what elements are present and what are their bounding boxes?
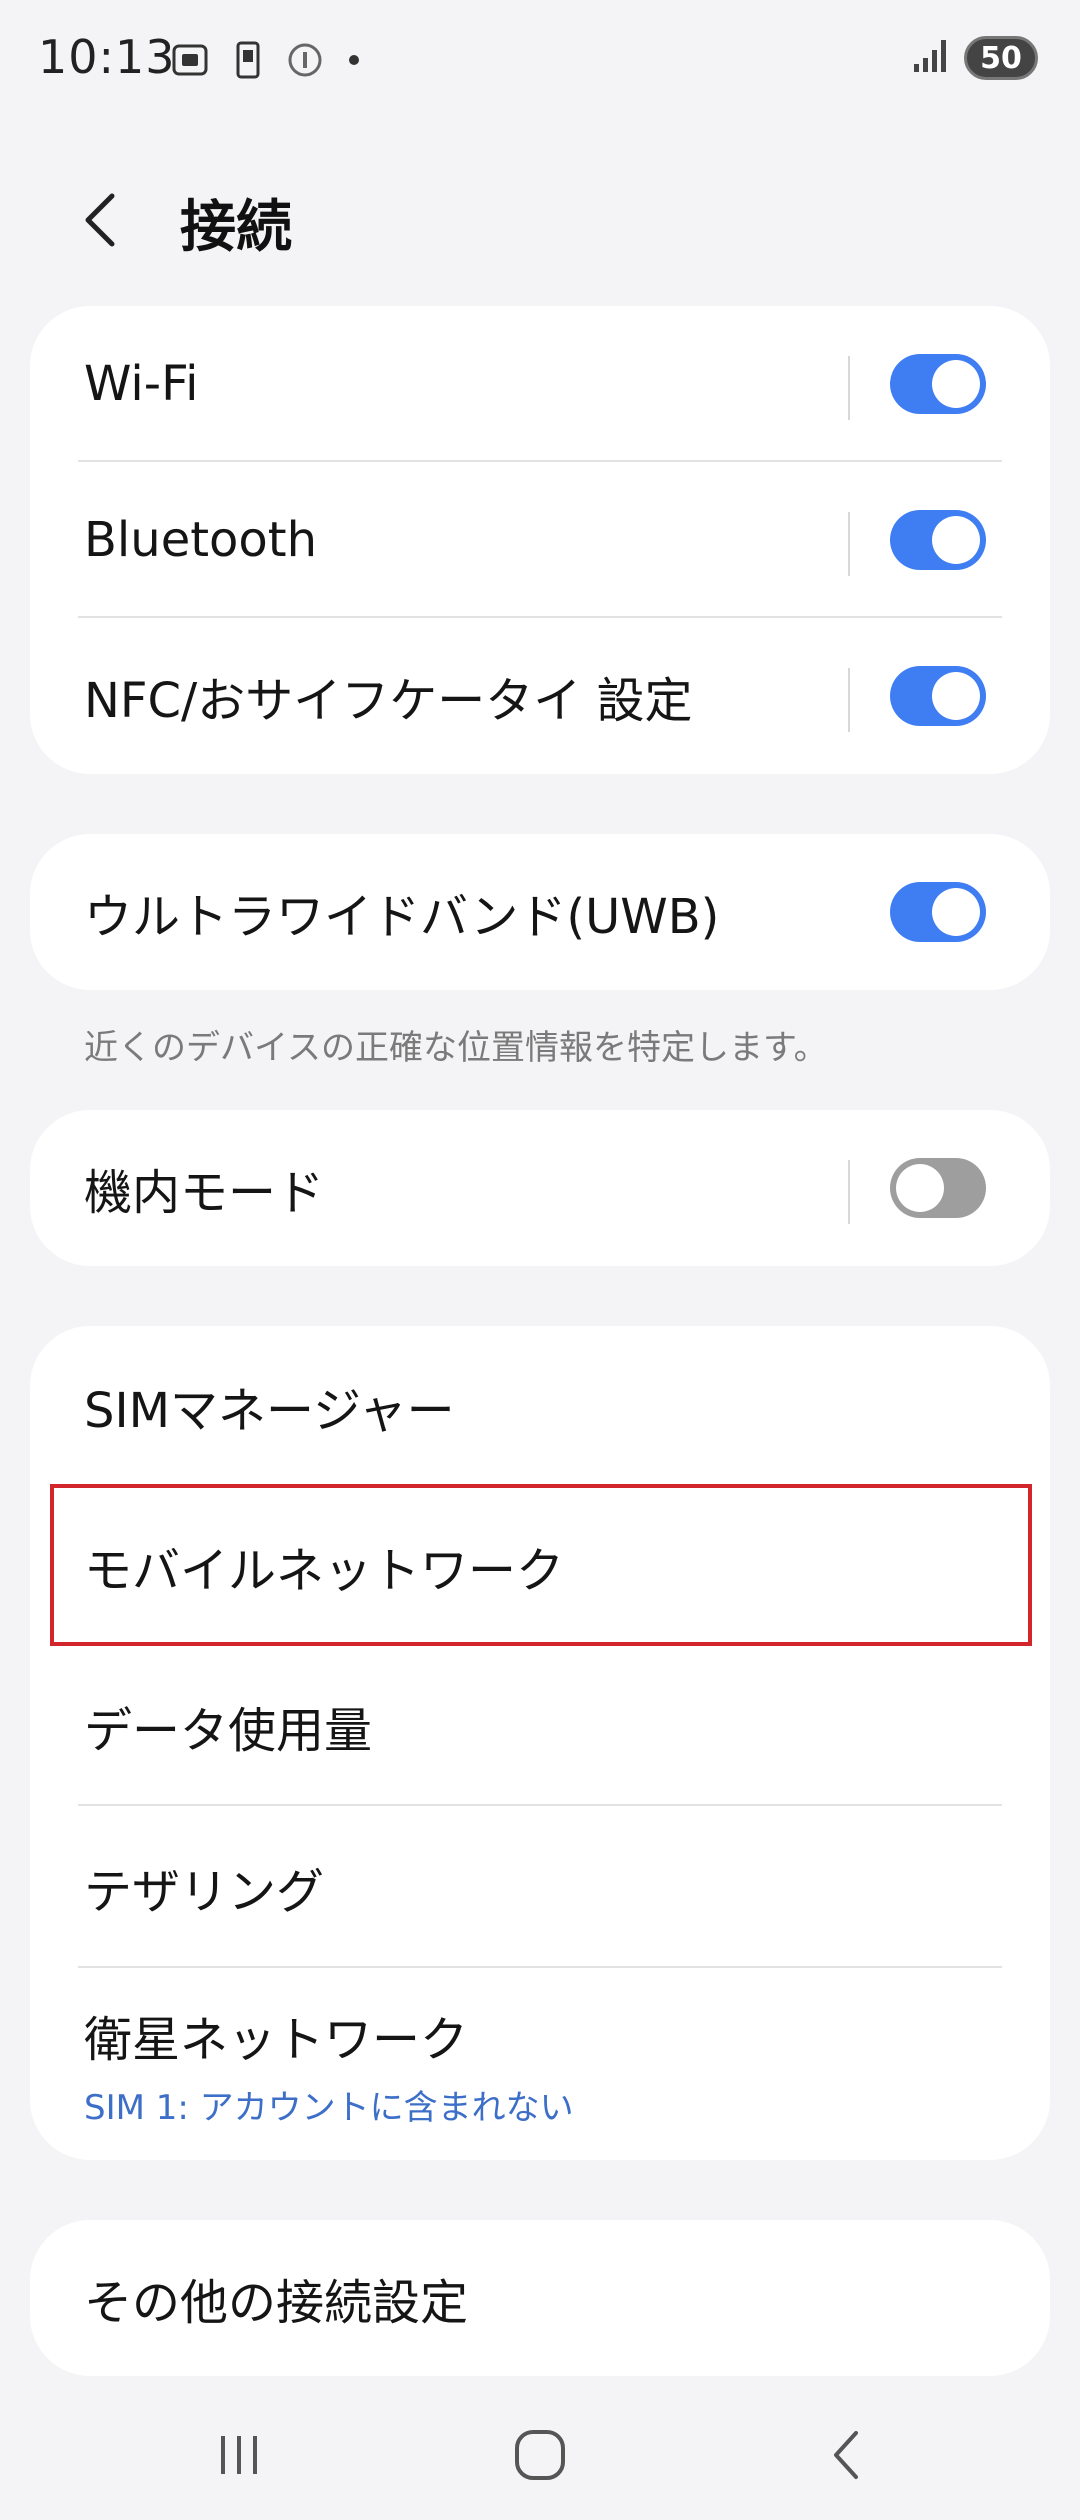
- nfc-label: NFC/おサイフケータイ 設定: [84, 673, 693, 729]
- bluetooth-row[interactable]: Bluetooth: [30, 462, 1050, 618]
- airplane-card: 機内モード: [30, 1110, 1050, 1266]
- highlight-box: [50, 1484, 1032, 1646]
- recents-icon: [221, 2436, 257, 2474]
- airplane-toggle[interactable]: [890, 1158, 986, 1218]
- airplane-label: 機内モード: [84, 1165, 325, 1221]
- nav-back-button[interactable]: [806, 2420, 886, 2490]
- uwb-row[interactable]: ウルトラワイドバンド(UWB): [30, 834, 1050, 990]
- battery-indicator: 50: [964, 36, 1038, 80]
- wifi-row[interactable]: Wi-Fi: [30, 306, 1050, 462]
- wifi-label: Wi-Fi: [84, 356, 199, 412]
- satellite-label: 衛星ネットワーク: [84, 2011, 469, 2068]
- recents-button[interactable]: [200, 2420, 280, 2490]
- navigation-bar: [0, 2390, 1080, 2510]
- bluetooth-toggle[interactable]: [890, 510, 986, 570]
- phone-notification-icon: [232, 40, 264, 84]
- divider-vertical: [848, 668, 850, 732]
- airplane-row[interactable]: 機内モード: [30, 1110, 1050, 1266]
- info-icon: [286, 41, 324, 83]
- sim-manager-label: SIMマネージャー: [84, 1383, 455, 1439]
- status-icons-left: [170, 40, 362, 84]
- home-icon: [515, 2430, 565, 2480]
- home-button[interactable]: [500, 2420, 580, 2490]
- data-usage-label: データ使用量: [84, 1703, 373, 1759]
- tethering-label: テザリング: [84, 1864, 325, 1920]
- divider-vertical: [848, 1160, 850, 1224]
- uwb-description: 近くのデバイスの正確な位置情報を特定します。: [84, 1028, 828, 1068]
- other-settings-row[interactable]: その他の接続設定: [30, 2220, 1050, 2376]
- nfc-toggle[interactable]: [890, 666, 986, 726]
- page-header: 接続: [0, 160, 1080, 280]
- divider-vertical: [848, 356, 850, 420]
- page-title: 接続: [180, 195, 292, 260]
- other-card: その他の接続設定: [30, 2220, 1050, 2376]
- chevron-left-icon: [85, 193, 115, 247]
- back-button[interactable]: [80, 180, 140, 260]
- status-icons-right: 50: [910, 36, 1038, 80]
- wifi-toggle[interactable]: [890, 354, 986, 414]
- data-usage-row[interactable]: データ使用量: [30, 1646, 1050, 1806]
- signal-icon: [910, 36, 950, 80]
- bluetooth-label: Bluetooth: [84, 512, 318, 568]
- tethering-row[interactable]: テザリング: [30, 1806, 1050, 1968]
- satellite-sub: SIM 1: アカウントに含まれない: [84, 2087, 574, 2128]
- uwb-toggle[interactable]: [890, 882, 986, 942]
- connections-card: Wi-Fi Bluetooth NFC/おサイフケータイ 設定: [30, 306, 1050, 774]
- status-time: 10:13: [38, 30, 176, 84]
- uwb-card: ウルトラワイドバンド(UWB): [30, 834, 1050, 990]
- other-settings-label: その他の接続設定: [84, 2275, 469, 2331]
- sim-manager-row[interactable]: SIMマネージャー: [30, 1326, 1050, 1486]
- back-icon: [834, 2431, 858, 2479]
- dot-icon: [346, 52, 362, 72]
- network-card: SIMマネージャー モバイルネットワーク データ使用量 テザリング 衛星ネットワ…: [30, 1326, 1050, 2160]
- screenshot-icon: [170, 40, 210, 84]
- satellite-row[interactable]: 衛星ネットワーク SIM 1: アカウントに含まれない: [30, 1968, 1050, 2160]
- status-bar: 10:13 50: [0, 0, 1080, 130]
- uwb-label: ウルトラワイドバンド(UWB): [84, 889, 720, 945]
- nfc-row[interactable]: NFC/おサイフケータイ 設定: [30, 618, 1050, 774]
- divider-vertical: [848, 512, 850, 576]
